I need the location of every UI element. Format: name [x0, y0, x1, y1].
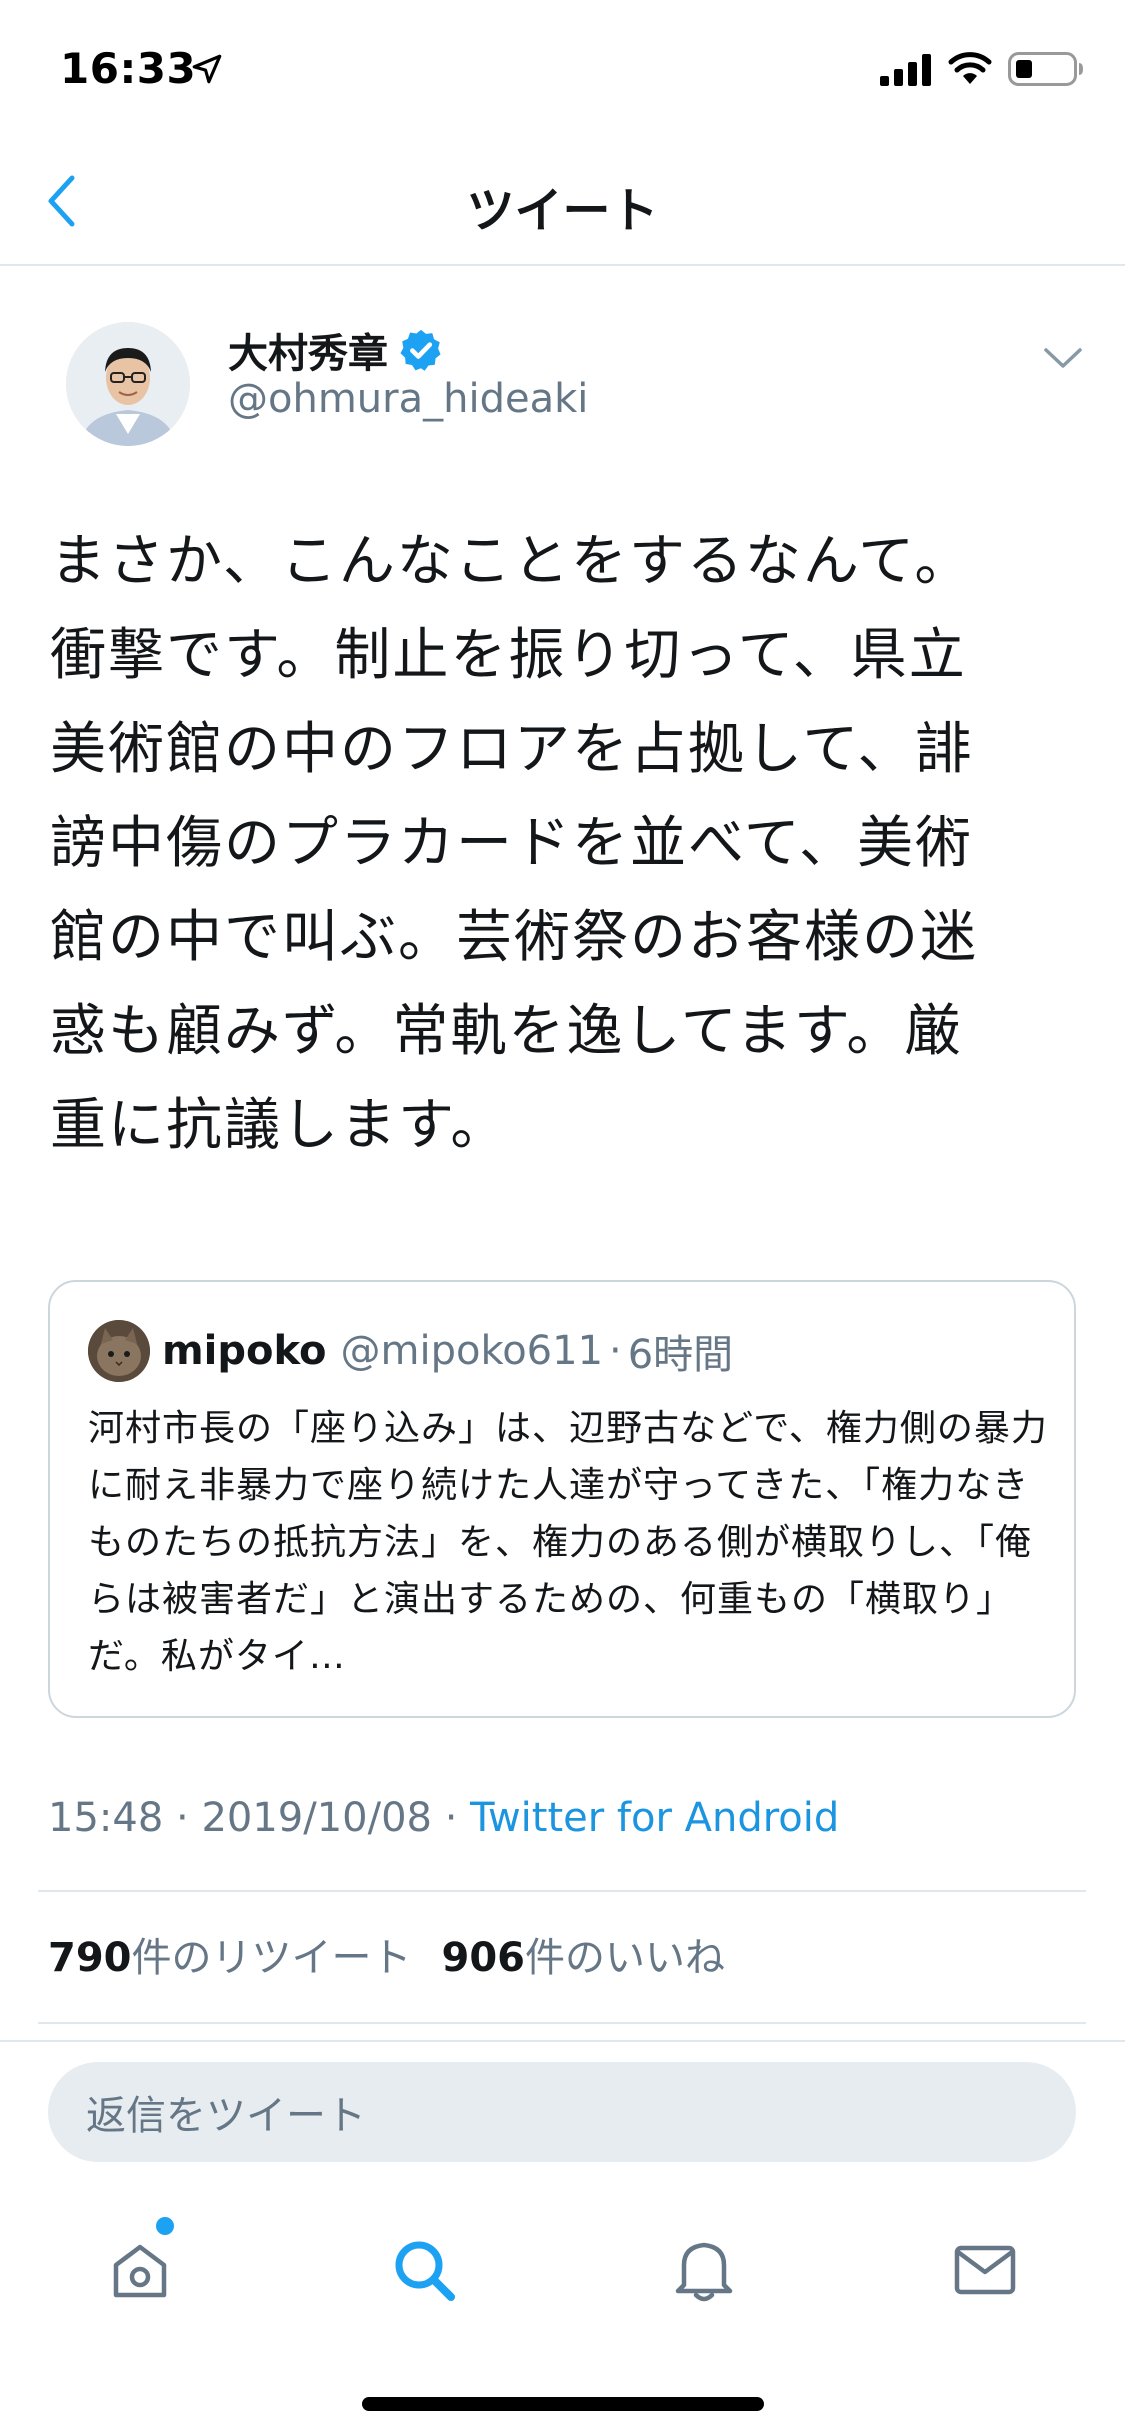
battery-icon	[1008, 52, 1083, 86]
author-name: 大村秀章	[228, 331, 388, 377]
cellular-signal-icon	[880, 54, 931, 86]
wifi-icon	[948, 52, 992, 84]
divider	[38, 2022, 1086, 2024]
tweet-date: 2019/10/08	[201, 1795, 432, 1841]
divider	[38, 1890, 1086, 1892]
reply-placeholder: 返信をツイート	[86, 2093, 366, 2139]
search-icon	[395, 2241, 455, 2301]
new-content-indicator-dot	[156, 2217, 174, 2235]
retweet-label: 件のリツイート	[131, 1935, 412, 1981]
bell-icon	[675, 2242, 733, 2302]
meta-separator-1: ·	[163, 1795, 202, 1841]
cat-photo-icon	[88, 1320, 150, 1382]
author-handle[interactable]: @ohmura_hideaki	[228, 376, 588, 422]
quoted-time: 6時間	[627, 1332, 734, 1378]
tweet-source-link[interactable]: Twitter for Android	[470, 1795, 839, 1841]
status-bar: 16:33	[0, 0, 1125, 135]
quoted-author-avatar	[88, 1320, 150, 1382]
tab-messages[interactable]	[935, 2220, 1035, 2320]
verified-badge-icon	[400, 329, 441, 371]
tweet-stats: 790件のリツイート 906件のいいね	[48, 1925, 725, 1983]
tweet-options-button[interactable]	[1040, 340, 1086, 376]
home-icon	[113, 2244, 167, 2298]
tab-home[interactable]	[90, 2220, 190, 2320]
home-indicator[interactable]	[362, 2397, 764, 2411]
author-name-row[interactable]: 大村秀章	[228, 322, 444, 378]
quoted-author-name: mipoko	[162, 1328, 327, 1374]
like-count: 906	[441, 1935, 526, 1981]
tab-notifications[interactable]	[654, 2220, 754, 2320]
quoted-tweet-card[interactable]: mipoko @mipoko611 · 6時間 河村市長の「座り込み」は、辺野古…	[48, 1280, 1076, 1718]
retweets-stat[interactable]: 790件のリツイート	[48, 1925, 412, 1983]
tweet-time: 15:48	[48, 1795, 164, 1841]
nav-header: ツイート	[0, 135, 1125, 266]
person-photo-icon	[66, 322, 190, 446]
location-arrow-icon	[192, 54, 222, 84]
likes-stat[interactable]: 906件のいいね	[442, 1925, 726, 1983]
quoted-separator: ·	[609, 1328, 622, 1374]
retweet-count: 790	[48, 1935, 132, 1981]
tweet-text: まさか、こんなことをするなんて。 衝撃です。制止を振り切って、県立 美術館の中の…	[50, 529, 978, 1158]
author-avatar[interactable]	[66, 322, 190, 446]
chevron-down-icon	[1044, 348, 1082, 368]
tweet-meta: 15:48 · 2019/10/08 · Twitter for Android	[48, 1795, 839, 1841]
page-title: ツイート	[466, 183, 659, 239]
meta-separator-2: ·	[431, 1795, 471, 1841]
envelope-icon	[954, 2245, 1016, 2295]
reply-input[interactable]: 返信をツイート	[48, 2062, 1076, 2162]
like-label: 件のいいね	[525, 1935, 725, 1981]
quoted-tweet-header: mipoko @mipoko611 · 6時間	[162, 1320, 733, 1382]
status-time: 16:33	[60, 44, 197, 93]
quoted-tweet-text: 河村市長の「座り込み」は、辺野古などで、権力側の暴力に耐え非暴力で座り続けた人達…	[88, 1408, 1048, 1677]
quoted-author-handle: @mipoko611	[340, 1328, 604, 1374]
tab-search[interactable]	[374, 2220, 474, 2320]
